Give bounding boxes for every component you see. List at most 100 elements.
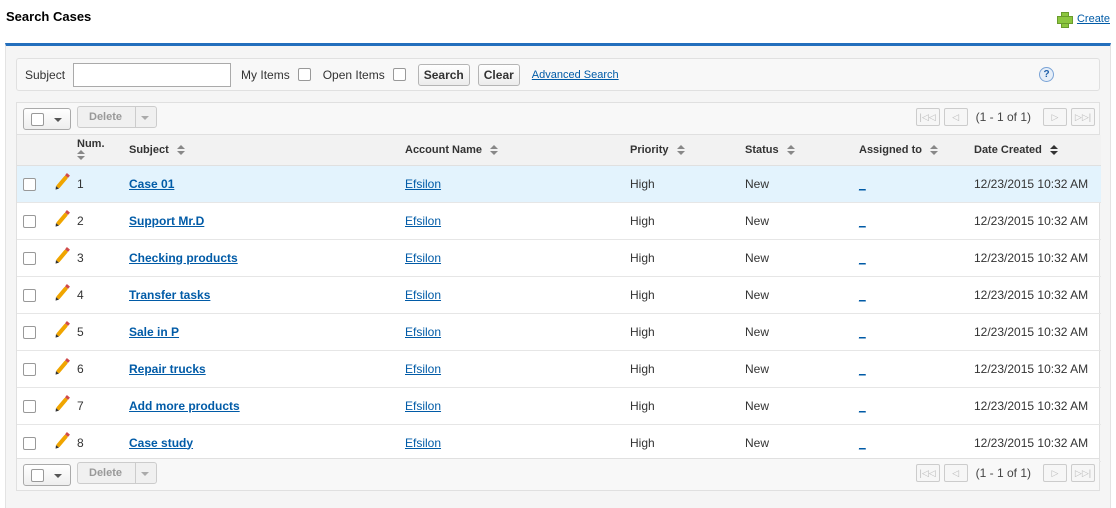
account-link[interactable]: Efsilon <box>405 362 441 376</box>
clear-button[interactable]: Clear <box>477 63 520 86</box>
pencil-icon[interactable] <box>55 397 69 411</box>
sort-icon[interactable] <box>676 144 685 155</box>
row-checkbox[interactable] <box>23 399 36 413</box>
status-cell: New <box>745 324 770 339</box>
assigned-link[interactable]: _ <box>859 288 866 302</box>
status-cell: New <box>745 287 770 302</box>
plus-icon[interactable] <box>1056 12 1073 28</box>
table-row[interactable]: 1 Case 01 Efsilon High New _ 12/23/2015 … <box>17 165 1101 202</box>
table-row[interactable]: 3 Checking products Efsilon High New _ 1… <box>17 239 1101 276</box>
sort-icon[interactable] <box>77 149 85 160</box>
account-link[interactable]: Efsilon <box>405 214 441 228</box>
column-header-subject[interactable]: Subject <box>129 135 405 166</box>
assigned-link[interactable]: _ <box>859 251 866 265</box>
sort-icon[interactable] <box>786 144 795 155</box>
table-row[interactable]: 5 Sale in P Efsilon High New _ 12/23/201… <box>17 313 1101 350</box>
open-items-label: Open Items <box>322 67 385 82</box>
subject-link[interactable]: Add more products <box>129 399 240 413</box>
column-header-status[interactable]: Status <box>745 135 859 166</box>
delete-button[interactable]: Delete <box>77 106 157 128</box>
my-items-checkbox[interactable] <box>297 68 311 81</box>
select-all-dropdown[interactable] <box>23 108 71 130</box>
table-row[interactable]: 8 Case study Efsilon High New _ 12/23/20… <box>17 424 1101 461</box>
table-row[interactable]: 2 Support Mr.D Efsilon High New _ 12/23/… <box>17 202 1101 239</box>
table-row[interactable]: 7 Add more products Efsilon High New _ 1… <box>17 387 1101 424</box>
sort-icon[interactable] <box>490 144 499 155</box>
row-checkbox[interactable] <box>23 325 36 339</box>
prev-page-icon[interactable]: ◁ <box>943 108 968 126</box>
table-row[interactable]: 6 Repair trucks Efsilon High New _ 12/23… <box>17 350 1101 387</box>
chevron-down-icon[interactable] <box>141 116 149 120</box>
prev-page-icon[interactable]: ◁ <box>943 464 968 482</box>
account-link[interactable]: Efsilon <box>405 436 441 450</box>
column-header-account[interactable]: Account Name <box>405 135 630 166</box>
subject-link[interactable]: Sale in P <box>129 325 179 339</box>
next-page-icon[interactable]: ▷ <box>1043 464 1067 482</box>
delete-label: Delete <box>89 111 123 123</box>
select-all-checkbox[interactable] <box>31 469 44 482</box>
row-checkbox[interactable] <box>23 177 36 191</box>
next-page-icon[interactable]: ▷ <box>1043 108 1067 126</box>
column-header-created[interactable]: Date Created <box>974 135 1101 166</box>
advanced-search-link[interactable]: Advanced Search <box>532 69 619 81</box>
search-button[interactable]: Search <box>417 63 470 86</box>
assigned-link[interactable]: _ <box>859 325 866 339</box>
create-action[interactable]: Create <box>1056 12 1110 28</box>
date-created-cell: 12/23/2015 10:32 AM <box>974 287 1089 302</box>
column-header-num[interactable]: Num. <box>77 135 129 166</box>
row-checkbox[interactable] <box>23 251 36 265</box>
priority-cell: High <box>630 213 655 228</box>
assigned-link[interactable]: _ <box>859 177 866 191</box>
row-checkbox[interactable] <box>23 288 36 302</box>
account-link[interactable]: Efsilon <box>405 288 441 302</box>
last-page-icon[interactable]: ▷▷| <box>1071 108 1095 126</box>
priority-cell: High <box>630 435 655 450</box>
account-link[interactable]: Efsilon <box>405 251 441 265</box>
date-created-cell: 12/23/2015 10:32 AM <box>974 435 1089 450</box>
account-link[interactable]: Efsilon <box>405 177 441 191</box>
pencil-icon[interactable] <box>55 434 69 448</box>
delete-button[interactable]: Delete <box>77 462 157 484</box>
row-checkbox[interactable] <box>23 362 36 376</box>
subject-link[interactable]: Case 01 <box>129 177 174 191</box>
last-page-icon[interactable]: ▷▷| <box>1071 464 1095 482</box>
table-row[interactable]: 4 Transfer tasks Efsilon High New _ 12/2… <box>17 276 1101 313</box>
select-all-dropdown[interactable] <box>23 464 71 486</box>
pencil-icon[interactable] <box>55 286 69 300</box>
account-link[interactable]: Efsilon <box>405 399 441 413</box>
help-icon[interactable]: ? <box>1039 67 1054 82</box>
select-all-checkbox[interactable] <box>31 113 44 126</box>
row-checkbox[interactable] <box>23 436 36 450</box>
subject-link[interactable]: Case study <box>129 436 193 450</box>
my-items-label: My Items <box>241 67 290 82</box>
subject-link[interactable]: Support Mr.D <box>129 214 204 228</box>
subject-link[interactable]: Checking products <box>129 251 238 265</box>
subject-input[interactable] <box>73 62 232 87</box>
sort-desc-icon[interactable] <box>1049 144 1058 155</box>
subject-link[interactable]: Repair trucks <box>129 362 206 376</box>
account-link[interactable]: Efsilon <box>405 325 441 339</box>
open-items-checkbox[interactable] <box>392 68 406 81</box>
sort-icon[interactable] <box>929 144 938 155</box>
first-page-icon[interactable]: |◁◁ <box>915 108 940 126</box>
chevron-down-icon[interactable] <box>141 472 149 476</box>
assigned-link[interactable]: _ <box>859 436 866 450</box>
create-link[interactable]: Create <box>1077 13 1110 25</box>
cases-table: Num. Subject Account Name Priority Statu… <box>17 135 1101 462</box>
first-page-icon[interactable]: |◁◁ <box>915 464 940 482</box>
assigned-link[interactable]: _ <box>859 362 866 376</box>
pencil-icon[interactable] <box>55 212 69 226</box>
chevron-down-icon <box>54 118 62 122</box>
assigned-link[interactable]: _ <box>859 399 866 413</box>
pencil-icon[interactable] <box>55 249 69 263</box>
pencil-icon[interactable] <box>55 360 69 374</box>
column-header-assigned[interactable]: Assigned to <box>859 135 974 166</box>
assigned-link[interactable]: _ <box>859 214 866 228</box>
sort-icon[interactable] <box>176 144 185 155</box>
delete-label: Delete <box>89 467 123 479</box>
subject-link[interactable]: Transfer tasks <box>129 288 210 302</box>
row-checkbox[interactable] <box>23 214 36 228</box>
pencil-icon[interactable] <box>55 175 69 189</box>
pencil-icon[interactable] <box>55 323 69 337</box>
column-header-priority[interactable]: Priority <box>630 135 745 166</box>
